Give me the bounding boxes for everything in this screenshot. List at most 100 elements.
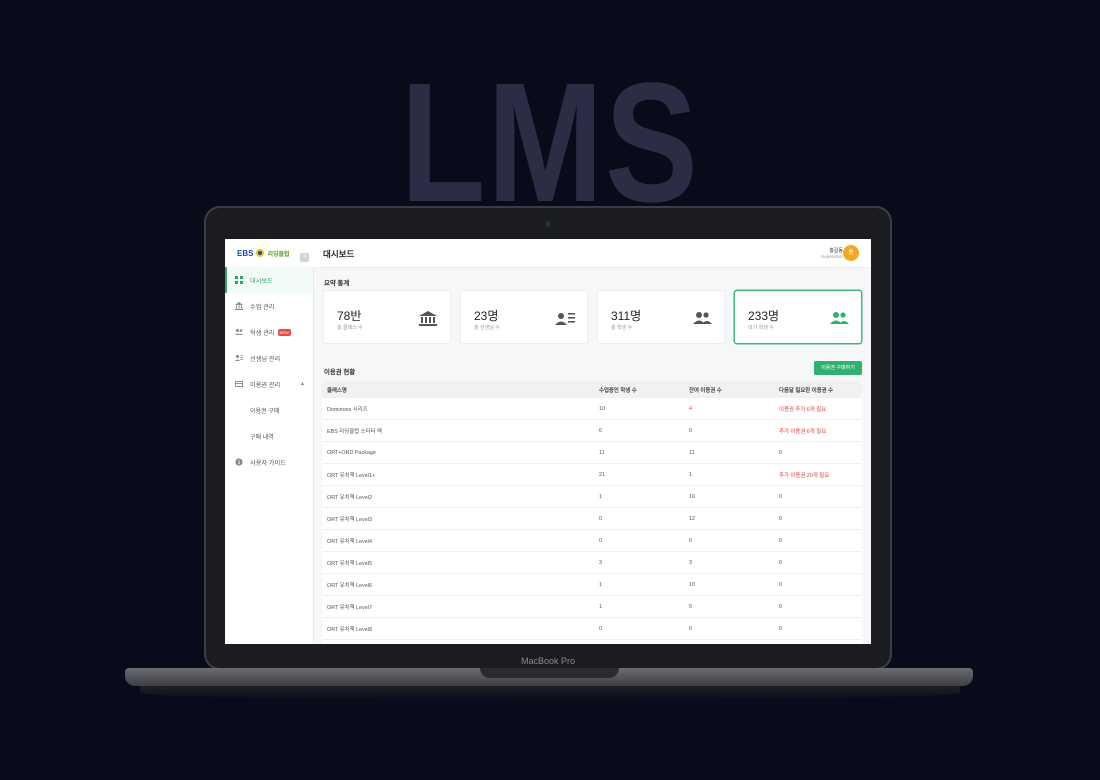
table-cell: 0 bbox=[779, 449, 782, 456]
table-cell: ORT 유치책 Level5 bbox=[327, 560, 372, 567]
people-icon bbox=[830, 312, 849, 324]
table-cell: 21 bbox=[599, 471, 605, 478]
table-row[interactable]: ORT 유치책 Level7 1 5 0 bbox=[322, 596, 862, 618]
logo-ebs-text: EBS bbox=[237, 248, 254, 258]
card-value: 233명 bbox=[748, 309, 780, 323]
sidebar-subitem-history[interactable]: 구매 내역 bbox=[225, 423, 313, 449]
sidebar-item-label: 선생님 관리 bbox=[250, 355, 281, 363]
sidebar-item-label: 사용자 가이드 bbox=[250, 459, 286, 467]
logo-club-text: 리딩클럽 bbox=[267, 251, 290, 258]
bank-icon bbox=[419, 311, 437, 326]
sidebar-subitem-buy[interactable]: 이용권 구매 bbox=[225, 397, 313, 423]
table-row[interactable]: ORT 유치책 Level3 0 12 0 bbox=[322, 508, 862, 530]
table-cell: ORT 유치책 Level1+ bbox=[327, 472, 376, 479]
sidebar-item-label: 이용권 관리 bbox=[250, 381, 281, 389]
table-cell: 1 bbox=[599, 603, 602, 610]
table-cell: 0 bbox=[779, 581, 782, 588]
table-cell: EBS 리딩클럽 스타터 팩 bbox=[327, 428, 382, 435]
card-label: 대기 학생 수 bbox=[748, 325, 774, 331]
card-value: 78반 bbox=[337, 309, 362, 323]
column-header[interactable]: 클래스명 bbox=[322, 386, 599, 394]
dashboard-icon bbox=[235, 276, 243, 284]
column-header[interactable]: 다음달 필요한 이용권 수 bbox=[779, 386, 859, 394]
table-cell: 3 bbox=[689, 559, 692, 566]
card-label: 총 클래스 수 bbox=[337, 325, 363, 331]
table-row[interactable]: ORT+ORD Package 11 11 0 bbox=[322, 442, 862, 464]
laptop-notch bbox=[480, 668, 619, 678]
column-header[interactable]: 수업중인 학생 수 bbox=[599, 386, 689, 394]
table-row[interactable]: ORT 유치책 Level1+ 21 1 추가 이용권 20개 필요 bbox=[322, 464, 862, 486]
table-row[interactable]: ORT 유치책 Level4 0 6 0 bbox=[322, 530, 862, 552]
table-cell: 0 bbox=[779, 625, 782, 632]
table-row[interactable]: Dominoes 시리즈 10 4 이용권 추가 6개 필요 bbox=[322, 398, 862, 420]
table-cell: 6 bbox=[689, 625, 692, 632]
table-cell: 10 bbox=[689, 581, 695, 588]
table-cell: 3 bbox=[599, 559, 602, 566]
hero-title: LMS bbox=[400, 48, 700, 238]
card-value: 23명 bbox=[474, 309, 499, 323]
table-cell: 1 bbox=[689, 471, 692, 478]
summary-card-students: 311명 총 학생 수 bbox=[598, 291, 724, 343]
buy-license-button[interactable]: 이용권 구매하기 bbox=[814, 361, 862, 375]
table-cell: 추가 이용권 20개 필요 bbox=[779, 472, 830, 479]
summary-card-classes: 78반 총 클래스 수 bbox=[324, 291, 450, 343]
info-icon bbox=[235, 458, 243, 466]
laptop-shadow bbox=[140, 686, 960, 700]
table-cell: ORT 유치책 Level2 bbox=[327, 494, 372, 501]
table-row[interactable]: ORT 유치책 Level6 1 10 0 bbox=[322, 574, 862, 596]
table-cell: ORT 유치책 Level7 bbox=[327, 604, 372, 611]
logo-mark-icon bbox=[256, 249, 265, 257]
sidebar-subitem-label: 구매 내역 bbox=[250, 434, 274, 441]
table-cell: 0 bbox=[599, 537, 602, 544]
sidebar-item-label: 대시보드 bbox=[250, 277, 273, 285]
sidebar-collapse-button[interactable]: ≡ bbox=[300, 253, 309, 262]
table-cell: 0 bbox=[779, 537, 782, 544]
table-cell: 6 bbox=[599, 427, 602, 434]
sidebar-item-students[interactable]: 학생 관리 NEW bbox=[225, 319, 313, 345]
sidebar-item-guide[interactable]: 사용자 가이드 bbox=[225, 449, 313, 475]
table-cell: Dominoes 시리즈 bbox=[327, 406, 368, 413]
sidebar-subitem-label: 이용권 구매 bbox=[250, 408, 280, 415]
sidebar-item-label: 학생 관리 bbox=[250, 329, 275, 337]
table-cell: ORT 유치책 Level3 bbox=[327, 516, 372, 523]
table-cell: 추가 이용권 6개 필요 bbox=[779, 428, 827, 435]
table-cell: 0 bbox=[779, 515, 782, 522]
summary-card-teachers: 23명 총 선생님 수 bbox=[461, 291, 587, 343]
summary-card-waiting: 233명 대기 학생 수 bbox=[735, 291, 861, 343]
card-value: 311명 bbox=[611, 309, 642, 323]
user-role: Supervisor bbox=[821, 254, 843, 259]
card-icon bbox=[235, 380, 243, 388]
people-icon bbox=[235, 328, 243, 336]
table-header: 클래스명 수업중인 학생 수 잔여 이용권 수 다음달 필요한 이용권 수 bbox=[322, 381, 862, 398]
app-screen: EBS 리딩클럽 ≡ 대시보드 수업 관리 학생 관리 NEW 선생님 관리 이… bbox=[225, 239, 871, 644]
card-label: 총 선생님 수 bbox=[474, 325, 500, 331]
table-cell: 0 bbox=[689, 427, 692, 434]
table-cell: 0 bbox=[779, 493, 782, 500]
sidebar-item-class[interactable]: 수업 관리 bbox=[225, 293, 313, 319]
sidebar-item-teachers[interactable]: 선생님 관리 bbox=[225, 345, 313, 371]
user-name: 홍길동 bbox=[829, 248, 843, 254]
license-table: 클래스명 수업중인 학생 수 잔여 이용권 수 다음달 필요한 이용권 수 Do… bbox=[322, 381, 862, 644]
bank-icon bbox=[235, 302, 243, 310]
device-label: MacBook Pro bbox=[520, 656, 576, 666]
column-header[interactable]: 잔여 이용권 수 bbox=[689, 386, 779, 394]
table-row[interactable]: ORT 유치책 Level5 3 3 0 bbox=[322, 552, 862, 574]
card-label: 총 학생 수 bbox=[611, 325, 633, 331]
table-row[interactable]: ORT 유치책 Level91723590 bbox=[322, 640, 862, 644]
sidebar-item-dashboard[interactable]: 대시보드 bbox=[225, 267, 313, 293]
avatar[interactable]: 홍 bbox=[843, 245, 859, 261]
table-row[interactable]: ORT 유치책 Level2 1 16 0 bbox=[322, 486, 862, 508]
topbar: 대시보드 홍길동 Supervisor 홍 bbox=[313, 239, 871, 268]
table-cell: 12 bbox=[689, 515, 695, 522]
table-cell: 5 bbox=[689, 603, 692, 610]
table-cell: ORT 유치책 Level6 bbox=[327, 582, 372, 589]
sidebar-item-label: 수업 관리 bbox=[250, 303, 275, 311]
teacher-icon bbox=[555, 313, 575, 325]
table-cell: 0 bbox=[779, 603, 782, 610]
table-cell: 16 bbox=[689, 493, 695, 500]
sidebar-item-license[interactable]: 이용권 관리 ▲ bbox=[225, 371, 313, 397]
table-cell: 4 bbox=[689, 405, 692, 412]
table-row[interactable]: ORT 유치책 Level8 0 6 0 bbox=[322, 618, 862, 640]
table-cell: 1 bbox=[599, 493, 602, 500]
table-row[interactable]: EBS 리딩클럽 스타터 팩 6 0 추가 이용권 6개 필요 bbox=[322, 420, 862, 442]
